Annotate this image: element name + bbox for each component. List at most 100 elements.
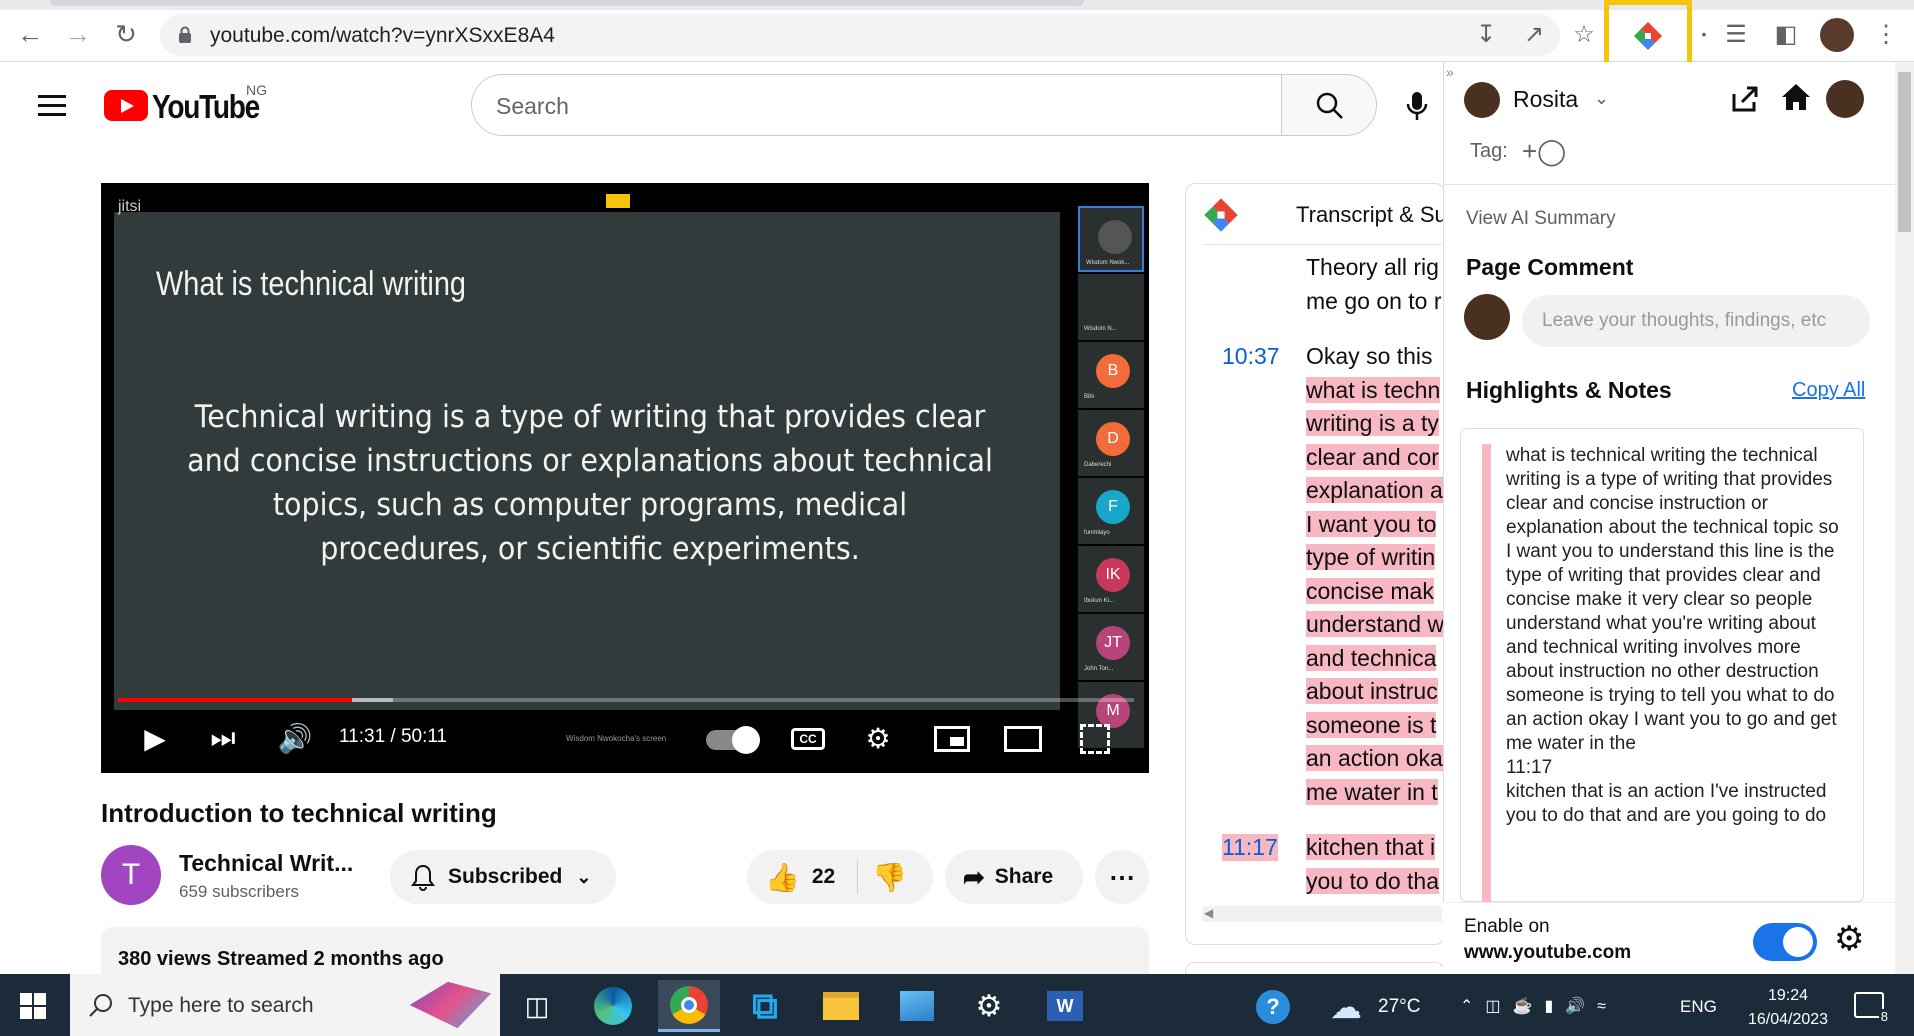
fullscreen-icon[interactable]: [1080, 724, 1110, 754]
file-explorer-icon[interactable]: [810, 980, 872, 1032]
transcript-text: writing is a ty: [1306, 410, 1439, 436]
active-tab[interactable]: [50, 0, 1084, 6]
help-icon[interactable]: ?: [1256, 990, 1290, 1024]
like-icon[interactable]: 👍: [765, 861, 800, 894]
participant-name: Bibi: [1084, 394, 1095, 400]
user-name[interactable]: Rosita: [1513, 86, 1578, 113]
extension-logo-icon[interactable]: [1632, 20, 1664, 52]
transcript-line[interactable]: and technica: [1306, 641, 1437, 675]
user-chevron-down-icon[interactable]: ⌄: [1594, 88, 1609, 109]
export-icon[interactable]: [1730, 84, 1760, 114]
clock[interactable]: 19:24 16/04/2023: [1740, 984, 1836, 1032]
search-button[interactable]: [1281, 74, 1377, 136]
transcript-line[interactable]: me go on to r: [1306, 284, 1442, 318]
transcript-line[interactable]: concise mak: [1306, 574, 1434, 608]
weather-cloud-icon[interactable]: ☁: [1330, 988, 1362, 1026]
windows-start-icon[interactable]: [20, 993, 46, 1019]
bell-icon: [411, 864, 435, 891]
settings-gear-icon[interactable]: ⚙: [862, 720, 894, 756]
photos-app-icon[interactable]: [886, 980, 948, 1032]
transcript-timestamp[interactable]: 10:37: [1222, 343, 1280, 370]
autoplay-toggle[interactable]: [706, 726, 760, 754]
settings-app-icon[interactable]: ⚙: [958, 980, 1020, 1032]
collapse-icon[interactable]: »: [1446, 64, 1454, 80]
channel-avatar[interactable]: T: [101, 845, 161, 905]
enable-toggle[interactable]: [1753, 923, 1817, 961]
transcript-line[interactable]: I want you to: [1306, 507, 1437, 541]
taskbar-search-placeholder: Type here to search: [128, 994, 314, 1017]
system-tray-icons[interactable]: ⌃◫☕▮🔊≈: [1460, 996, 1618, 1016]
jitsi-watermark: jitsi: [118, 198, 142, 215]
share-button[interactable]: ➦ Share: [945, 850, 1083, 904]
transcript-line[interactable]: explanation a: [1306, 473, 1443, 507]
home-icon[interactable]: [1780, 82, 1812, 112]
word-app-icon[interactable]: W: [1034, 980, 1096, 1032]
transcript-line[interactable]: clear and cor: [1306, 440, 1439, 474]
participant-name: funmilayo: [1084, 530, 1110, 536]
miniplayer-icon[interactable]: [934, 726, 970, 752]
participant-name: Daberechi: [1084, 462, 1112, 468]
ai-summary-link[interactable]: View AI Summary: [1466, 208, 1616, 230]
participant-avatar: D: [1096, 422, 1130, 456]
address-bar[interactable]: youtube.com/watch?v=ynrXSxxE8A4: [160, 14, 1560, 56]
menu-icon[interactable]: [38, 95, 66, 117]
temperature[interactable]: 27°C: [1378, 996, 1420, 1018]
back-icon[interactable]: ←: [14, 18, 46, 50]
transcript-text: explanation a: [1306, 477, 1443, 503]
panel-profile-avatar[interactable]: [1826, 80, 1864, 118]
channel-name[interactable]: Technical Writ...: [179, 850, 353, 877]
search-input[interactable]: Search: [471, 74, 1281, 136]
profile-avatar[interactable]: [1820, 18, 1854, 52]
notification-center-icon[interactable]: 8: [1854, 992, 1890, 1024]
vscode-icon[interactable]: ⧉: [734, 980, 796, 1032]
task-view-icon[interactable]: ◫: [506, 980, 568, 1032]
microphone-icon[interactable]: [1404, 90, 1430, 122]
transcript-line[interactable]: you to do tha: [1306, 864, 1439, 898]
share-page-icon[interactable]: ↗: [1518, 18, 1550, 50]
edge-browser-icon[interactable]: [582, 980, 644, 1032]
transcript-line[interactable]: an action oka: [1306, 741, 1443, 775]
comment-input[interactable]: Leave your thoughts, findings, etc: [1522, 295, 1870, 347]
transcript-line[interactable]: kitchen that i: [1306, 830, 1436, 864]
transcript-line[interactable]: understand w: [1306, 607, 1445, 641]
participant-avatar: JT: [1096, 626, 1130, 660]
youtube-wordmark[interactable]: YouTube: [152, 88, 260, 126]
subscribed-button[interactable]: Subscribed ⌄: [390, 850, 616, 904]
transcript-hscrollbar[interactable]: ◀: [1202, 906, 1442, 922]
theater-mode-icon[interactable]: [1004, 726, 1042, 752]
youtube-logo-icon[interactable]: [104, 90, 148, 121]
reload-icon[interactable]: ↻: [110, 18, 142, 50]
next-icon[interactable]: ⏭: [208, 720, 238, 756]
enabled-site: www.youtube.com: [1464, 942, 1632, 963]
copy-all-link[interactable]: Copy All: [1792, 379, 1865, 402]
transcript-line[interactable]: someone is t: [1306, 708, 1437, 742]
transcript-line[interactable]: me water in t: [1306, 775, 1438, 809]
chrome-browser-icon[interactable]: [658, 980, 720, 1032]
side-panel-icon[interactable]: ◧: [1770, 18, 1802, 50]
forward-icon[interactable]: →: [62, 18, 94, 50]
panel-settings-gear-icon[interactable]: ⚙: [1834, 922, 1864, 956]
transcript-text: clear and cor: [1306, 443, 1439, 470]
page-scrollbar[interactable]: [1895, 62, 1914, 974]
transcript-line[interactable]: about instruc: [1306, 674, 1438, 708]
transcript-line[interactable]: type of writin: [1306, 540, 1436, 574]
input-language[interactable]: ENG: [1680, 997, 1717, 1017]
scrollbar-thumb[interactable]: [1898, 72, 1911, 232]
media-queue-icon[interactable]: ☰: [1720, 18, 1752, 50]
add-tag-icon[interactable]: +◯: [1522, 136, 1566, 167]
transcript-line[interactable]: what is techn: [1306, 373, 1441, 407]
transcript-line[interactable]: Okay so this: [1306, 339, 1433, 373]
transcript-line[interactable]: writing is a ty: [1306, 406, 1439, 440]
install-icon[interactable]: ↧: [1470, 18, 1502, 50]
participant-tile: IK Ibukun Ki...: [1078, 546, 1144, 612]
volume-icon[interactable]: 🔊: [278, 720, 313, 756]
bookmark-star-icon[interactable]: ☆: [1568, 18, 1600, 50]
dislike-icon[interactable]: 👎: [872, 861, 907, 894]
transcript-timestamp[interactable]: 11:17: [1222, 834, 1278, 861]
transcript-line[interactable]: Theory all rig: [1306, 250, 1439, 284]
more-actions-icon[interactable]: ⋯: [1095, 850, 1149, 904]
play-icon[interactable]: ▶: [140, 720, 170, 756]
browser-menu-icon[interactable]: ⋮: [1870, 18, 1902, 50]
transcript-logo-icon: [1204, 198, 1238, 232]
captions-icon[interactable]: CC: [791, 728, 825, 750]
